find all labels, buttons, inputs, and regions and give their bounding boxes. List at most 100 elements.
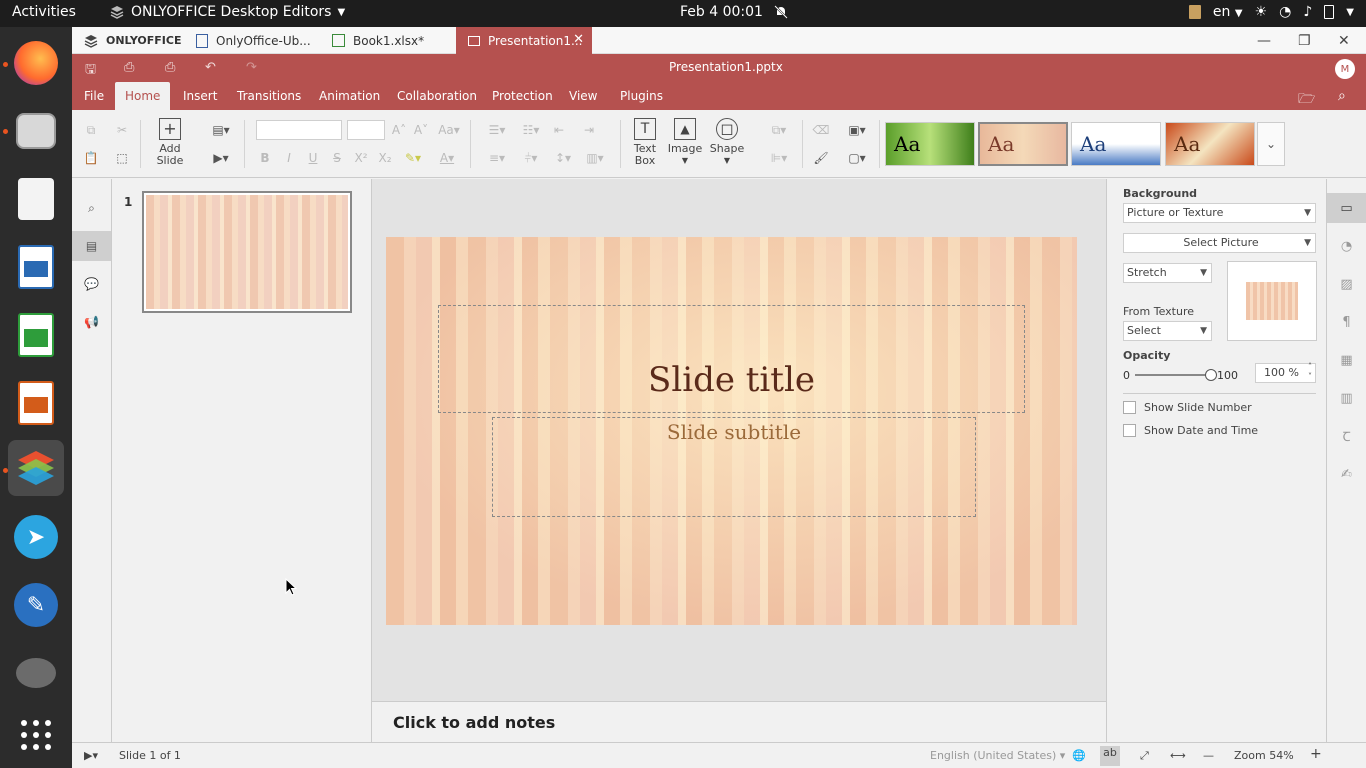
feedback-icon[interactable]: 📢 <box>72 307 111 337</box>
show-apps-button[interactable] <box>8 707 64 763</box>
chevron-down-icon[interactable]: ▼ <box>1346 7 1354 18</box>
texture-select[interactable]: Select ▼ <box>1123 321 1212 341</box>
telegram-launcher[interactable]: ➤ <box>8 509 64 565</box>
search-icon[interactable]: ⌕ <box>1338 88 1346 104</box>
checkbox[interactable] <box>1123 424 1136 437</box>
copy-style-icon[interactable]: 🖌 <box>810 147 832 169</box>
image-settings-icon[interactable]: ▨ <box>1327 269 1366 299</box>
menu-protection[interactable]: Protection <box>482 82 563 110</box>
change-case-icon[interactable]: Aa▾ <box>434 119 464 141</box>
cut-icon[interactable]: ✂ <box>111 119 133 141</box>
superscript-icon[interactable]: X² <box>350 147 372 169</box>
slide[interactable]: Slide title Slide subtitle <box>386 237 1077 625</box>
slide-size-icon[interactable]: ▢▾ <box>842 147 872 169</box>
vertical-align-icon[interactable]: ⫩▾ <box>516 147 546 169</box>
theme-blue[interactable]: Aa <box>1071 122 1161 166</box>
themes-more-button[interactable]: ⌄ <box>1257 122 1285 166</box>
align-left-icon[interactable]: ≡▾ <box>482 147 512 169</box>
language-indicator[interactable]: en ▼ <box>1213 4 1243 20</box>
subtitle-placeholder[interactable]: Slide subtitle <box>492 417 976 517</box>
tab-document[interactable]: OnlyOffice-Ub... <box>184 27 320 54</box>
shape-settings-icon[interactable]: ◔ <box>1327 231 1366 261</box>
writer-launcher[interactable] <box>8 239 64 295</box>
paragraph-settings-icon[interactable]: ¶ <box>1327 307 1366 337</box>
decrease-font-icon[interactable]: A˅ <box>410 119 432 141</box>
spinner-icon[interactable]: ˄ ˅ <box>1308 362 1312 382</box>
slide-settings-icon[interactable]: ▭ <box>1327 193 1366 223</box>
fit-width-icon[interactable]: ⟷ <box>1170 749 1186 762</box>
firefox-launcher[interactable] <box>8 35 64 91</box>
quick-print-icon[interactable]: ⎙ <box>165 60 181 76</box>
search-icon[interactable]: ⌕ <box>72 193 111 223</box>
select-picture-button[interactable]: Select Picture ▼ <box>1123 233 1316 253</box>
zoom-in-icon[interactable]: + <box>1310 746 1322 762</box>
bullets-icon[interactable]: ☰▾ <box>482 119 512 141</box>
copy-icon[interactable]: ⧉ <box>80 119 102 141</box>
onlyoffice-launcher[interactable] <box>8 440 64 496</box>
menu-view[interactable]: View <box>559 82 607 110</box>
language-select[interactable]: English (United States) ▾ <box>930 749 1065 762</box>
select-all-icon[interactable]: ⬚ <box>111 147 133 169</box>
font-color-icon[interactable]: A▾ <box>432 147 462 169</box>
menu-plugins[interactable]: Plugins <box>610 82 673 110</box>
arrange-icon[interactable]: ⧉▾ <box>764 119 794 141</box>
subscript-icon[interactable]: X₂ <box>374 147 396 169</box>
close-window-button[interactable]: ✕ <box>1338 33 1350 49</box>
system-tray[interactable]: en ▼ ☀ ◔ ♪ ▼ <box>1188 4 1354 20</box>
slide-thumbnail[interactable] <box>142 191 352 313</box>
fill-type-select[interactable]: Picture or Texture ▼ <box>1123 203 1316 223</box>
font-size-select[interactable] <box>347 120 385 140</box>
chart-settings-icon[interactable]: ▥ <box>1327 383 1366 413</box>
files-launcher[interactable] <box>8 103 64 159</box>
increase-font-icon[interactable]: A˄ <box>388 119 410 141</box>
menu-transitions[interactable]: Transitions <box>227 82 311 110</box>
tab-onlyoffice-home[interactable]: ONLYOFFICE <box>72 27 184 54</box>
minimize-button[interactable]: — <box>1257 33 1271 49</box>
open-location-icon[interactable]: 🗁 <box>1298 88 1315 112</box>
numbering-icon[interactable]: ☷▾ <box>516 119 546 141</box>
redo-icon[interactable]: ↷ <box>246 60 262 76</box>
opacity-slider-handle[interactable] <box>1205 369 1217 381</box>
color-scheme-icon[interactable]: ▣▾ <box>842 119 872 141</box>
undo-icon[interactable]: ↶ <box>205 60 221 76</box>
image-button[interactable]: ▲ Image ▼ <box>665 118 705 167</box>
bold-icon[interactable]: B <box>254 147 276 169</box>
shape-button[interactable]: ◻ Shape ▼ <box>707 118 747 167</box>
theme-green[interactable]: Aa <box>885 122 975 166</box>
spell-check-icon[interactable]: ab <box>1100 746 1120 766</box>
title-placeholder[interactable]: Slide title <box>438 305 1025 413</box>
restore-button[interactable]: ❐ <box>1298 33 1311 49</box>
menu-insert[interactable]: Insert <box>173 82 227 110</box>
globe-icon[interactable]: 🌐 <box>1072 749 1086 762</box>
start-slideshow-icon[interactable]: ▶▾ <box>206 147 236 169</box>
close-tab-icon[interactable]: ✕ <box>573 32 584 47</box>
paste-icon[interactable]: 📋 <box>80 147 102 169</box>
app-menu[interactable]: ONLYOFFICE Desktop Editors ▼ <box>109 4 345 20</box>
calc-launcher[interactable] <box>8 307 64 363</box>
highlight-icon[interactable]: ✎▾ <box>398 147 428 169</box>
text-box-button[interactable]: T Text Box <box>625 118 665 167</box>
table-settings-icon[interactable]: ▦ <box>1327 345 1366 375</box>
text-art-settings-icon[interactable]: Ꞇ <box>1327 421 1366 451</box>
gimp-launcher[interactable] <box>8 645 64 701</box>
clipboard-icon[interactable] <box>1188 5 1201 19</box>
theme-pastel-stripes[interactable]: Aa <box>978 122 1068 166</box>
show-slide-number-checkbox[interactable]: Show Slide Number <box>1123 401 1252 414</box>
drawing-launcher[interactable]: ✎ <box>8 577 64 633</box>
fit-slide-icon[interactable]: ⤢ <box>1140 749 1149 763</box>
slides-panel-icon[interactable]: ▤ <box>72 231 111 261</box>
menu-file[interactable]: File <box>74 82 114 110</box>
theme-orange[interactable]: Aa <box>1165 122 1255 166</box>
tab-spreadsheet[interactable]: Book1.xlsx* <box>320 27 456 54</box>
menu-animation[interactable]: Animation <box>309 82 390 110</box>
menu-collaboration[interactable]: Collaboration <box>387 82 487 110</box>
print-icon[interactable]: ⎙ <box>124 60 140 76</box>
checkbox[interactable] <box>1123 401 1136 414</box>
zoom-out-icon[interactable]: — <box>1203 749 1214 762</box>
text-editor-launcher[interactable] <box>8 171 64 227</box>
add-slide-button[interactable]: + Add Slide <box>150 118 190 167</box>
clear-style-icon[interactable]: ⌫ <box>810 119 832 141</box>
columns-icon[interactable]: ▥▾ <box>580 147 610 169</box>
line-spacing-icon[interactable]: ↕▾ <box>548 147 578 169</box>
increase-indent-icon[interactable]: ⇥ <box>578 119 600 141</box>
